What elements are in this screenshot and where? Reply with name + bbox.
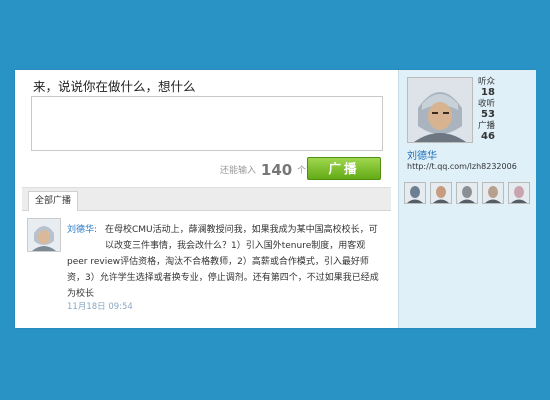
main-panel: 来，说说你在做什么，想什么 还能输入 140 个字 广播 全部广播 刘德华: 在… xyxy=(15,70,536,328)
profile-url[interactable]: http://t.qq.com/lzh8232006 xyxy=(407,162,517,171)
following-avatar[interactable] xyxy=(430,182,452,204)
stat-label: 听众 xyxy=(478,77,496,87)
following-avatar[interactable] xyxy=(404,182,426,204)
following-avatar[interactable] xyxy=(508,182,530,204)
feed-column: 来，说说你在做什么，想什么 还能输入 140 个字 广播 全部广播 刘德华: 在… xyxy=(15,70,398,328)
profile-avatar[interactable] xyxy=(407,77,473,143)
avatar-image xyxy=(28,219,60,251)
following-avatar[interactable] xyxy=(456,182,478,204)
post-timestamp[interactable]: 11月18日 09:54 xyxy=(67,300,133,312)
stat-listeners[interactable]: 听众 18 xyxy=(478,77,528,99)
post-author[interactable]: 刘德华: xyxy=(67,222,97,235)
stat-following[interactable]: 收听 53 xyxy=(478,99,528,121)
tab-all-broadcasts[interactable]: 全部广播 xyxy=(28,191,79,211)
profile-name[interactable]: 刘德华 xyxy=(407,147,437,162)
counter-value: 140 xyxy=(260,161,293,179)
profile-sidebar: 听众 18 收听 53 广播 46 刘德华 http://t.qq.com/lz… xyxy=(398,70,536,328)
compose-prompt: 来，说说你在做什么，想什么 xyxy=(33,79,196,94)
following-avatar[interactable] xyxy=(482,182,504,204)
post-text: 在母校CMU活动上，薛澜教授问我，如果我成为某中国高校校长，可 xyxy=(105,225,378,235)
broadcast-button[interactable]: 广播 xyxy=(307,157,381,180)
stat-value: 46 xyxy=(481,131,495,142)
stat-label: 收听 xyxy=(478,99,496,109)
stat-broadcasts[interactable]: 广播 46 xyxy=(478,121,528,143)
stat-label: 广播 xyxy=(478,121,496,131)
stat-value: 18 xyxy=(481,87,495,98)
stat-value: 53 xyxy=(481,109,495,120)
feed-tabbar: 全部广播 xyxy=(22,187,391,211)
char-counter: 还能输入 140 个字 xyxy=(220,161,315,179)
post-text-continued: 以改变三件事情，我会改什么？1）引入国外tenure制度，用客观peer rev… xyxy=(67,241,379,299)
profile-avatar-image xyxy=(408,78,472,142)
compose-textarea[interactable] xyxy=(31,96,383,151)
post-avatar[interactable] xyxy=(27,218,61,252)
counter-prefix: 还能输入 xyxy=(220,166,257,176)
profile-stats: 听众 18 收听 53 广播 46 xyxy=(478,77,528,143)
